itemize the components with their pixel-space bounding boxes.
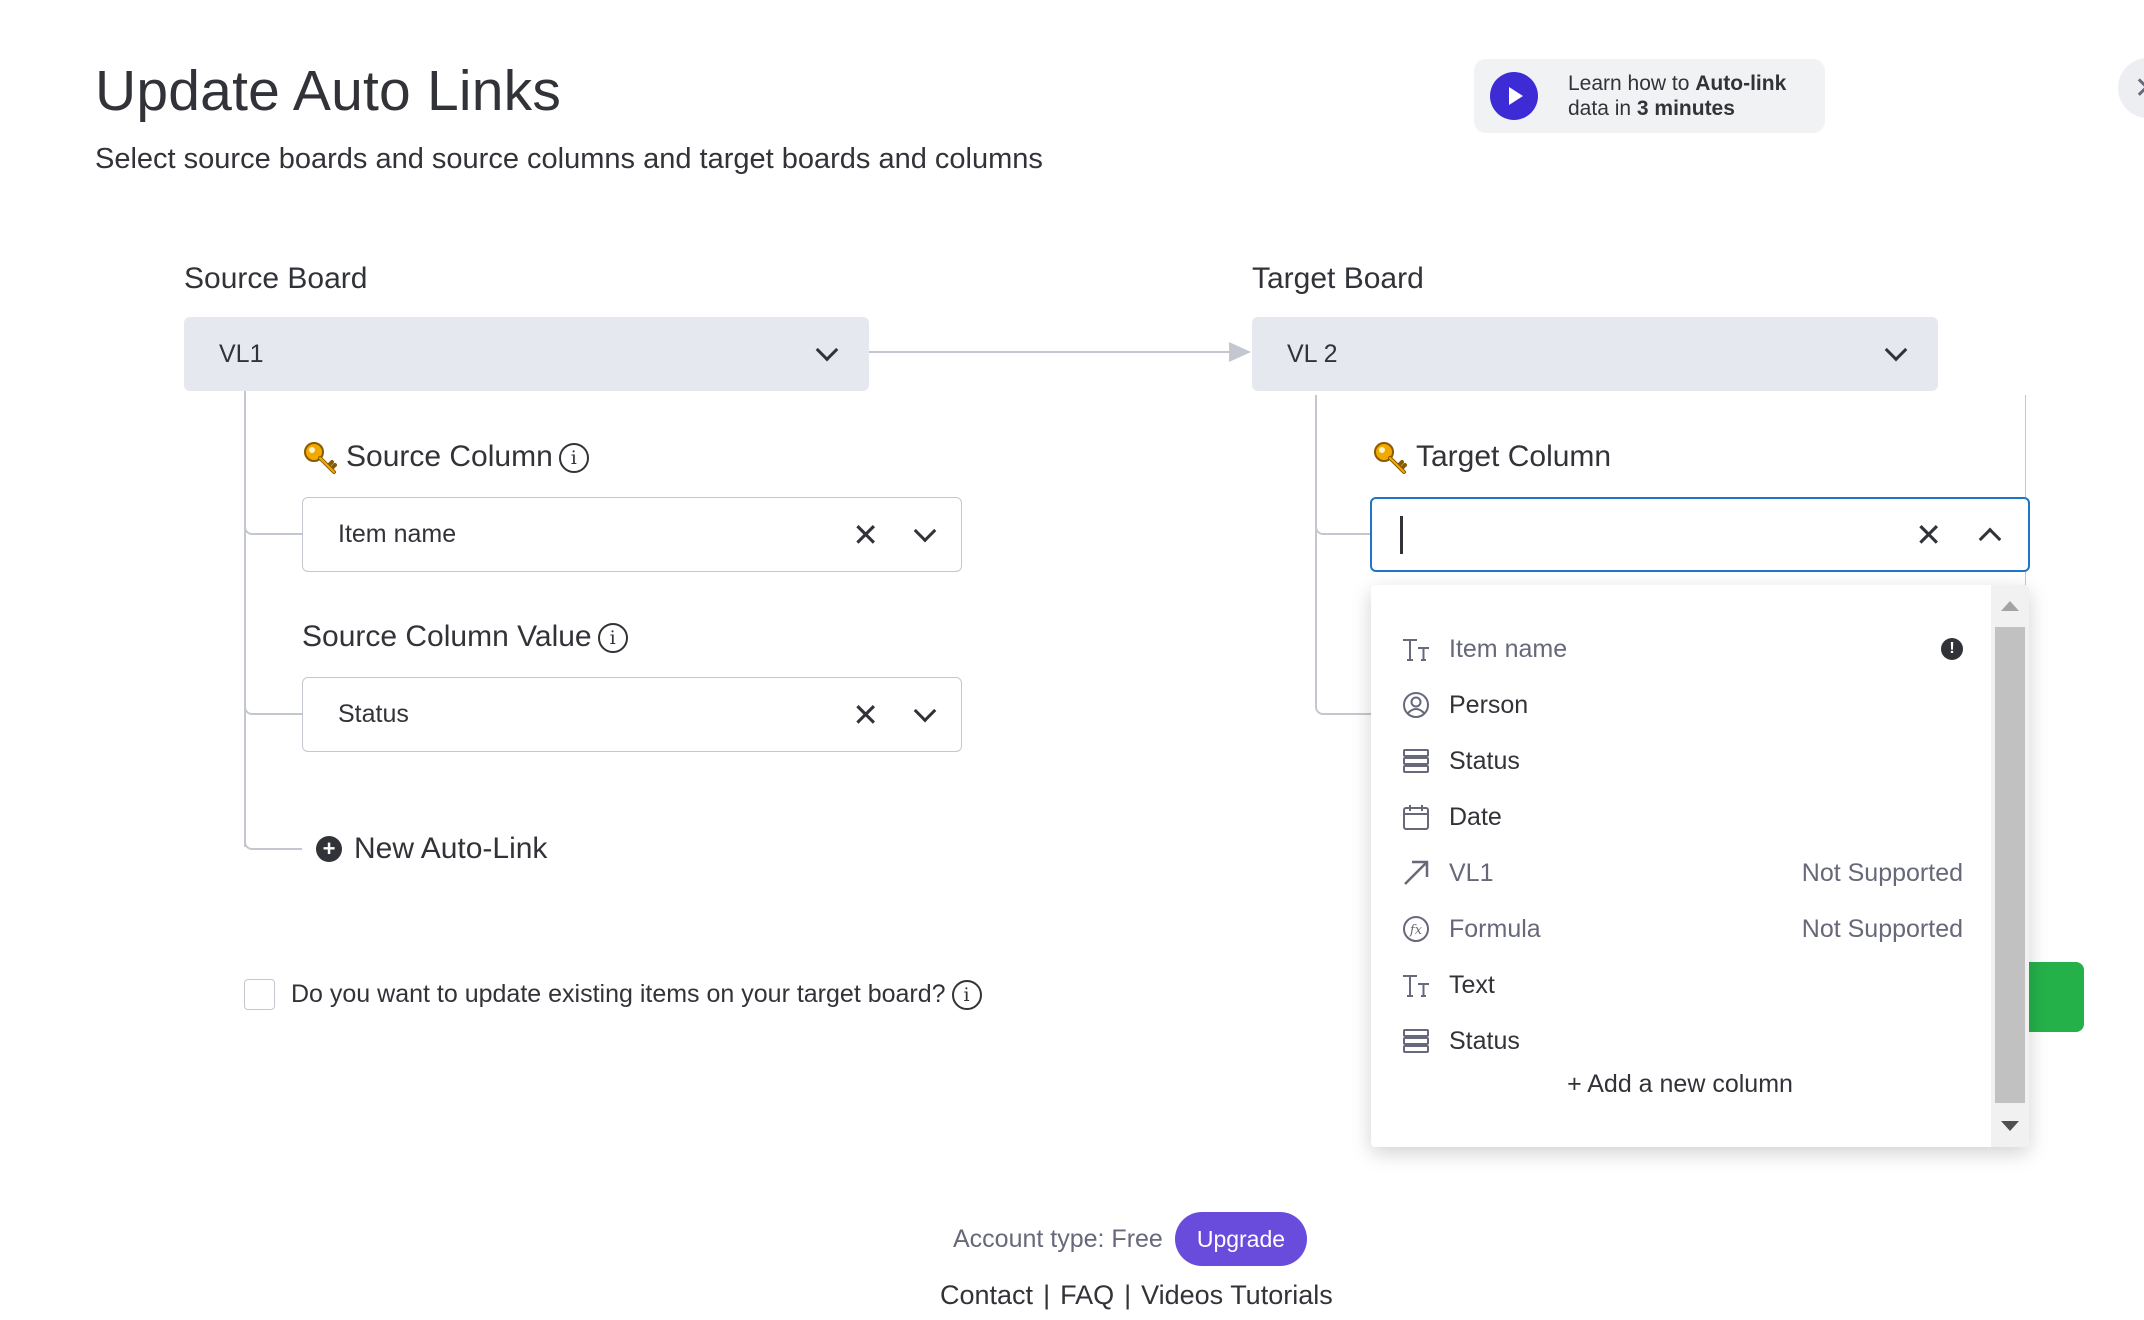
dropdown-option-label: Date [1449, 802, 1502, 831]
not-supported-note: Not Supported [1801, 914, 1963, 943]
dropdown-option-label: Status [1449, 1026, 1520, 1055]
source-tree-line [244, 391, 246, 847]
learn-video-card[interactable]: Learn how to Auto-link data in 3 minutes [1474, 59, 1825, 133]
clear-icon[interactable]: ✕ [852, 519, 879, 551]
calendar-icon [1401, 802, 1431, 832]
target-column-label-text: Target Column [1416, 440, 1612, 473]
clear-icon[interactable]: ✕ [852, 699, 879, 731]
chevron-down-icon [1884, 338, 1908, 362]
update-existing-label: Do you want to update existing items on … [291, 980, 946, 1008]
key-icon [304, 442, 337, 475]
footer-account: Account type: Free Upgrade [953, 1212, 1308, 1266]
key-icon [1374, 442, 1407, 475]
target-column-dropdown: Item name ! Person Status Date VL1 Not S… [1371, 585, 2029, 1147]
svg-text:fx: fx [1409, 923, 1423, 938]
dropdown-option[interactable]: VL1 Not Supported [1401, 845, 1963, 901]
dropdown-option-label: Status [1449, 746, 1520, 775]
source-column-value-value: Status [338, 700, 409, 728]
faq-link[interactable]: FAQ [1060, 1280, 1114, 1311]
info-icon[interactable]: i [951, 979, 982, 1010]
text-caret [1400, 515, 1403, 554]
upgrade-button[interactable]: Upgrade [1174, 1212, 1308, 1266]
source-board-select[interactable]: VL1 [184, 317, 869, 391]
learn-line1-prefix: Learn how to [1568, 72, 1696, 95]
save-button[interactable] [2020, 962, 2084, 1032]
clear-icon[interactable]: ✕ [1915, 519, 1942, 551]
chevron-down-icon[interactable] [913, 519, 937, 542]
page-title: Update Auto Links [95, 59, 562, 123]
dropdown-option-label: Formula [1449, 914, 1541, 943]
learn-text: Learn how to Auto-link data in 3 minutes [1568, 71, 1786, 121]
footer-links: Contact | FAQ | Videos Tutorials [940, 1280, 1333, 1311]
learn-line1-bold: Auto-link [1695, 72, 1787, 95]
not-supported-note: Not Supported [1801, 858, 1963, 887]
play-icon[interactable] [1490, 72, 1538, 120]
footer-separator: | [1043, 1280, 1051, 1310]
dropdown-option-label: VL1 [1449, 858, 1494, 887]
target-board-value: VL 2 [1287, 339, 1338, 368]
target-board-label: Target Board [1252, 262, 1424, 295]
new-auto-link-button[interactable]: + New Auto-Link [316, 832, 547, 866]
chevron-down-icon [815, 338, 839, 362]
tree-branch [244, 695, 302, 715]
source-column-value-label-text: Source Column Value [302, 620, 592, 653]
new-auto-link-label: New Auto-Link [354, 832, 548, 865]
status-icon [1401, 746, 1431, 776]
dropdown-option[interactable]: fx Formula Not Supported [1401, 901, 1963, 957]
close-button[interactable]: ✕ [2118, 58, 2144, 118]
dropdown-option[interactable]: Item name ! [1401, 621, 1963, 677]
tree-branch [244, 515, 302, 535]
connector-arrow-icon [1229, 342, 1251, 362]
tree-branch [1315, 515, 1371, 535]
dropdown-option[interactable]: Status [1401, 1013, 1963, 1069]
link-arrow-icon [1401, 858, 1431, 888]
person-icon [1401, 690, 1431, 720]
chevron-up-icon[interactable] [1978, 527, 2002, 550]
target-board-select[interactable]: VL 2 [1252, 317, 1938, 391]
dropdown-option[interactable]: Person [1401, 677, 1963, 733]
info-icon[interactable]: i [597, 623, 628, 654]
source-column-value: Item name [338, 520, 457, 548]
target-column-search-input[interactable]: ✕ [1370, 497, 2030, 572]
dropdown-scrollbar[interactable] [1991, 585, 2029, 1147]
text-type-icon [1401, 970, 1431, 1000]
dropdown-option[interactable]: Date [1401, 789, 1963, 845]
target-column-label: Target Column [1372, 440, 1611, 476]
source-board-value: VL1 [219, 339, 264, 368]
source-column-value-label: Source Column Value i [302, 620, 628, 654]
add-new-column-button[interactable]: + Add a new column [1371, 1070, 1989, 1099]
account-type-label: Account type: Free [953, 1224, 1163, 1253]
chevron-down-icon[interactable] [913, 699, 937, 722]
warning-icon: ! [1941, 638, 1963, 660]
dropdown-option[interactable]: Text [1401, 957, 1963, 1013]
learn-line2-prefix: data in [1568, 97, 1637, 120]
dropdown-option-label: Person [1449, 690, 1529, 719]
contact-link[interactable]: Contact [940, 1280, 1033, 1311]
source-board-label: Source Board [184, 262, 368, 295]
dropdown-option-label: Text [1449, 970, 1495, 999]
source-column-label: Source Column i [302, 440, 589, 476]
scroll-down-arrow-icon[interactable] [2001, 1121, 2019, 1131]
scrollbar-thumb[interactable] [1995, 627, 2025, 1103]
status-icon [1401, 1026, 1431, 1056]
formula-icon: fx [1401, 914, 1431, 944]
close-icon: ✕ [2134, 71, 2144, 106]
info-icon[interactable]: i [558, 443, 589, 474]
plus-circle-icon: + [316, 836, 342, 862]
source-column-select[interactable]: Item name ✕ [302, 497, 962, 572]
source-column-value-select[interactable]: Status ✕ [302, 677, 962, 752]
dropdown-option-label: Item name [1449, 634, 1568, 663]
footer-separator: | [1124, 1280, 1132, 1310]
text-type-icon [1401, 634, 1431, 664]
page-subtitle: Select source boards and source columns … [95, 143, 1043, 175]
source-column-label-text: Source Column [346, 440, 553, 473]
update-existing-row: Do you want to update existing items on … [244, 979, 982, 1010]
videos-tutorials-link[interactable]: Videos Tutorials [1141, 1280, 1333, 1311]
board-connector-line [869, 351, 1231, 353]
update-existing-checkbox[interactable] [244, 979, 275, 1010]
learn-line2-bold: 3 minutes [1636, 97, 1735, 120]
dropdown-option[interactable]: Status [1401, 733, 1963, 789]
scroll-up-arrow-icon[interactable] [2001, 601, 2019, 611]
tree-branch [244, 830, 302, 850]
